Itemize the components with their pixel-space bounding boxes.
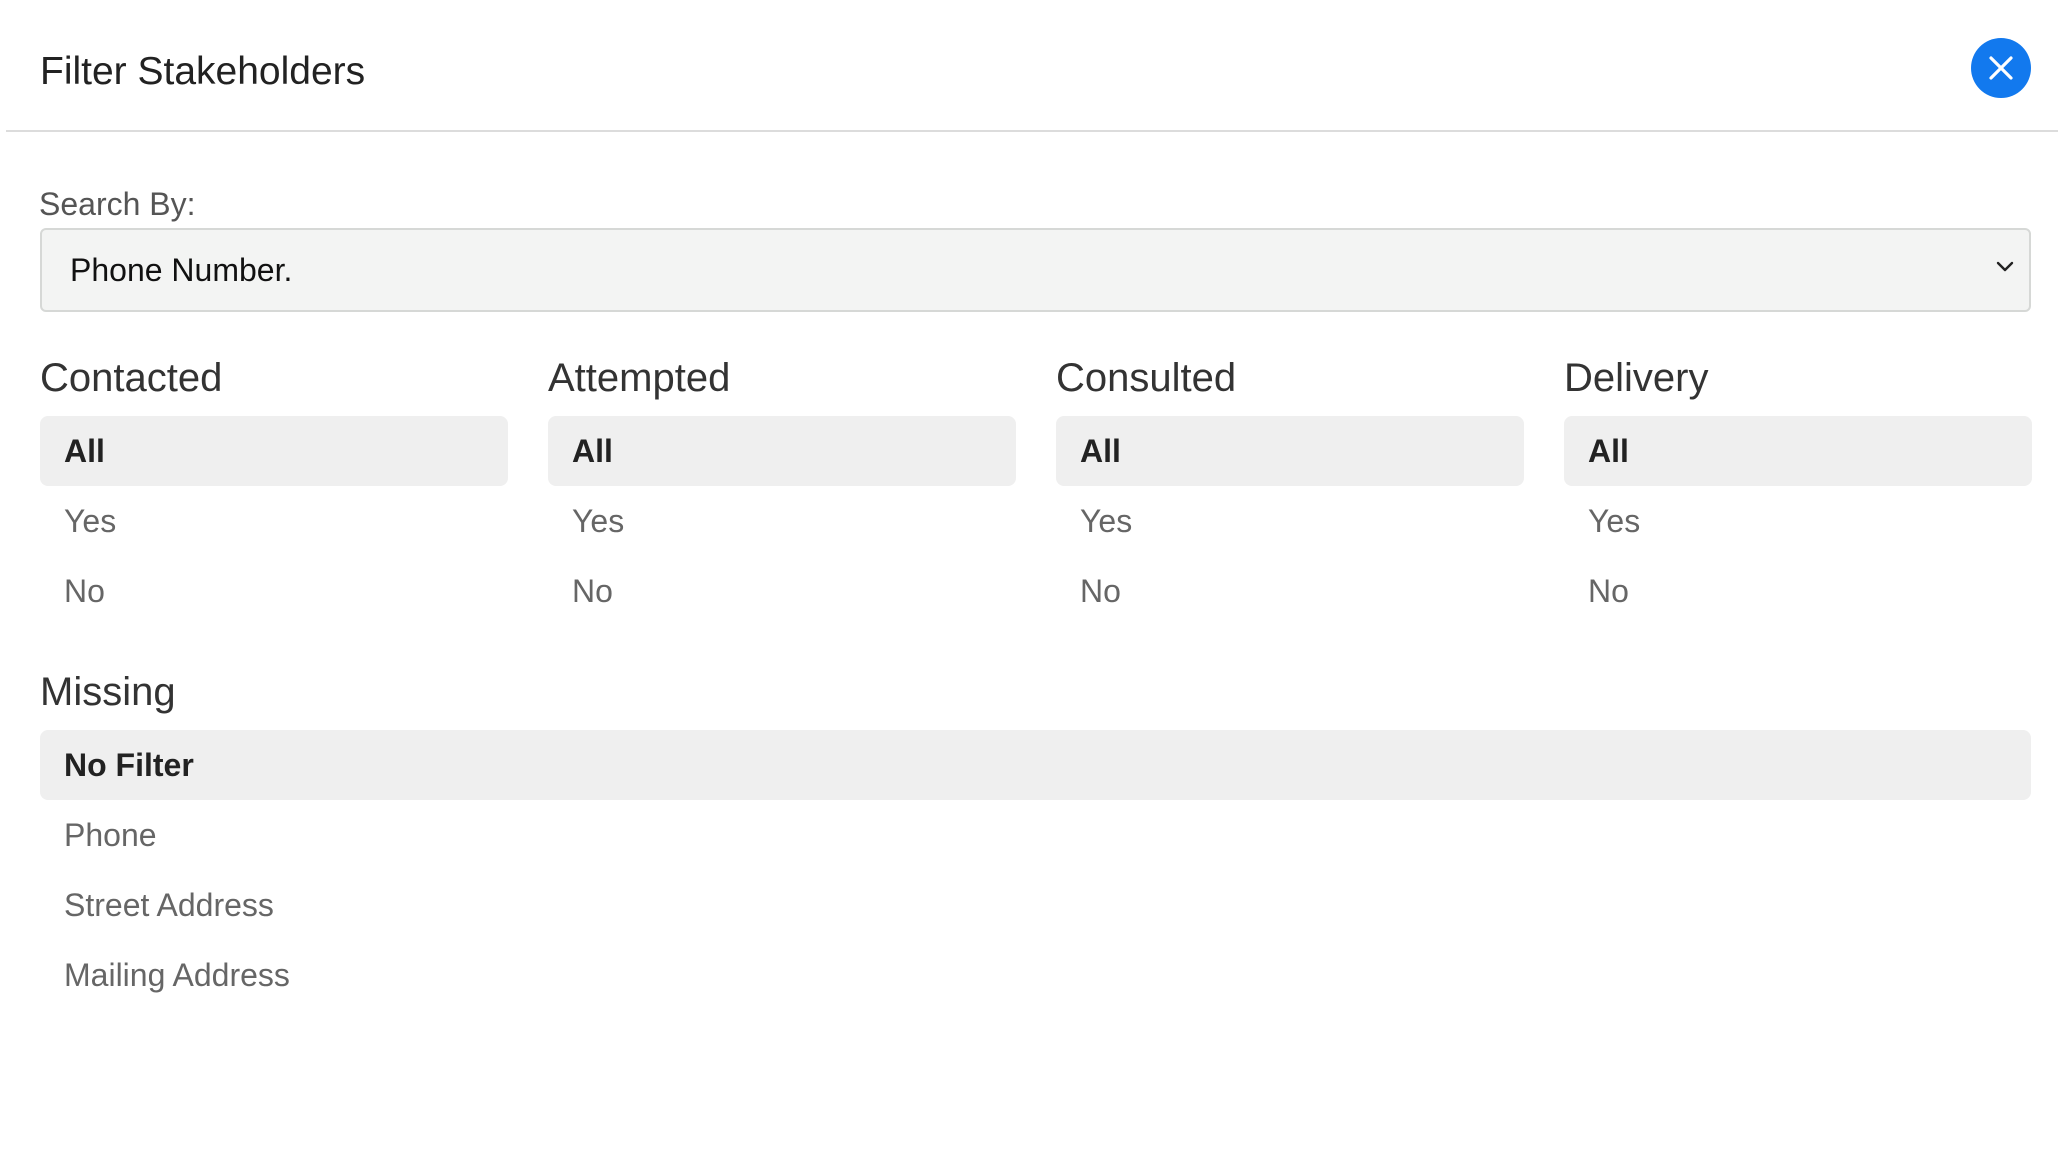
filter-group-title: Consulted — [1056, 356, 1237, 400]
filter-option-no[interactable]: No — [40, 556, 508, 626]
filter-option-all[interactable]: All — [1056, 416, 1524, 486]
filter-option-no[interactable]: No — [1564, 556, 2032, 626]
search-by-label: Search By: — [39, 186, 196, 222]
filter-group-contacted: Contacted All Yes No — [40, 354, 508, 626]
close-icon — [1988, 55, 2014, 81]
missing-option-phone[interactable]: Phone — [40, 800, 2031, 870]
filter-group-delivery: Delivery All Yes No — [1564, 354, 2032, 626]
modal-header: Filter Stakeholders — [6, 6, 2058, 132]
filter-option-yes[interactable]: Yes — [40, 486, 508, 556]
filter-option-no[interactable]: No — [1056, 556, 1524, 626]
filter-group-attempted: Attempted All Yes No — [548, 354, 1016, 626]
missing-option-street-address[interactable]: Street Address — [40, 870, 2031, 940]
filter-group-consulted: Consulted All Yes No — [1056, 354, 1524, 626]
filter-option-all[interactable]: All — [1564, 416, 2032, 486]
close-button[interactable] — [1971, 38, 2031, 98]
search-by-select[interactable]: Phone Number. — [40, 228, 2031, 312]
filter-option-all[interactable]: All — [40, 416, 508, 486]
filter-stakeholders-modal: Filter Stakeholders Search By: Phone Num… — [6, 6, 2058, 1161]
filter-group-title: Missing — [40, 670, 176, 714]
filter-option-all[interactable]: All — [548, 416, 1016, 486]
filter-group-title: Delivery — [1564, 356, 1709, 400]
filter-group-missing: Missing No Filter Phone Street Address M… — [40, 668, 2031, 1010]
filter-group-title: Attempted — [548, 356, 731, 400]
filter-option-yes[interactable]: Yes — [548, 486, 1016, 556]
filter-option-yes[interactable]: Yes — [1564, 486, 2032, 556]
search-by-selected-value: Phone Number. — [70, 252, 293, 288]
filter-option-yes[interactable]: Yes — [1056, 486, 1524, 556]
filter-option-no[interactable]: No — [548, 556, 1016, 626]
missing-option-no-filter[interactable]: No Filter — [40, 730, 2031, 800]
modal-title: Filter Stakeholders — [40, 50, 366, 93]
chevron-down-icon — [1995, 260, 2015, 279]
filter-group-title: Contacted — [40, 356, 223, 400]
missing-option-mailing-address[interactable]: Mailing Address — [40, 940, 2031, 1010]
